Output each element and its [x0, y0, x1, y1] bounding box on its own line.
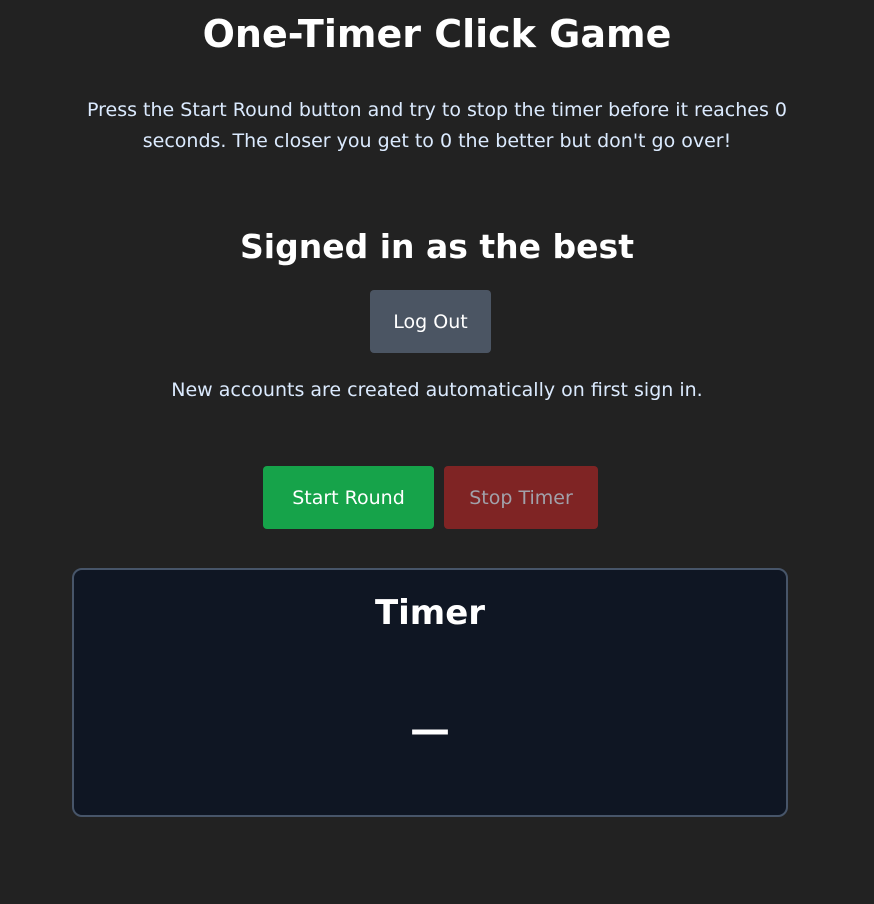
page-title: One-Timer Click Game — [202, 12, 672, 56]
timer-panel: Timer — — [72, 568, 788, 817]
start-round-button[interactable]: Start Round — [263, 466, 434, 529]
game-page: One-Timer Click Game Press the Start Rou… — [0, 0, 874, 904]
instructions-text: Press the Start Round button and try to … — [87, 99, 787, 152]
stop-timer-button[interactable]: Stop Timer — [444, 466, 598, 529]
account-note: New accounts are created automatically o… — [171, 379, 703, 401]
logout-button[interactable]: Log Out — [370, 290, 491, 353]
timer-heading: Timer — [374, 593, 486, 633]
signed-in-heading: Signed in as the best — [240, 227, 634, 266]
timer-value: — — [410, 707, 450, 753]
